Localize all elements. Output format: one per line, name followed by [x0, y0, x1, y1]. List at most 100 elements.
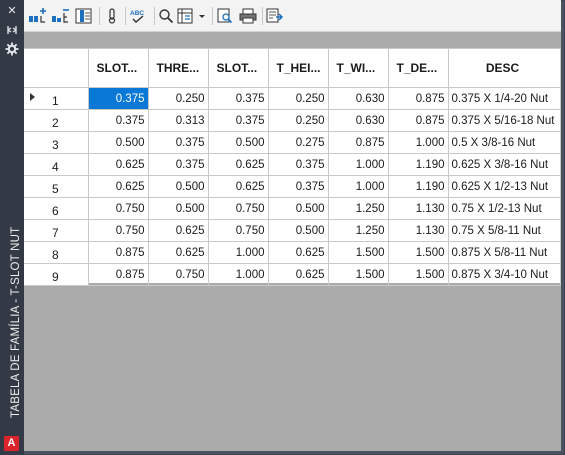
table-cell[interactable]: 0.375 — [147, 153, 209, 176]
desc-cell[interactable]: 0.875 X 3/4-10 Nut — [447, 263, 561, 286]
table-cell[interactable]: 0.750 — [207, 197, 269, 220]
table-row[interactable]: 8 0.875 0.625 1.000 0.625 1.500 1.500 0.875 X 5… — [24, 241, 561, 264]
table-cell[interactable]: 0.875 — [327, 131, 389, 154]
table-cell[interactable]: 0.625 — [87, 175, 149, 198]
zoom-icon[interactable] — [157, 6, 175, 26]
table-cell[interactable]: 0.625 — [147, 241, 209, 264]
table-row[interactable]: 3 0.500 0.375 0.500 0.275 0.875 1.000 0.5 X 3/8… — [24, 131, 561, 154]
table-cell[interactable]: 0.500 — [267, 219, 329, 242]
table-cell[interactable]: 1.190 — [387, 153, 449, 176]
corner-cell[interactable] — [24, 48, 89, 88]
table-cell[interactable]: 0.750 — [87, 219, 149, 242]
row-header[interactable]: 8 — [24, 241, 89, 264]
table-cell[interactable]: 0.500 — [87, 131, 149, 154]
table-cell[interactable]: 1.000 — [207, 241, 269, 264]
desc-cell[interactable]: 0.75 X 5/8-11 Nut — [447, 219, 561, 242]
table-row[interactable]: 9 0.875 0.750 1.000 0.625 1.500 1.500 0.875 X 3… — [24, 263, 561, 286]
table-cell[interactable]: 0.500 — [147, 175, 209, 198]
column-header[interactable]: T_WI... — [327, 48, 389, 88]
table-cell[interactable]: 0.500 — [267, 197, 329, 220]
column-header[interactable]: DESC — [447, 48, 561, 88]
table-cell[interactable]: 0.250 — [147, 87, 209, 110]
table-cell[interactable]: 0.875 — [387, 87, 449, 110]
table-cell[interactable]: 1.000 — [327, 175, 389, 198]
table-cell[interactable]: 1.000 — [327, 153, 389, 176]
row-header[interactable]: 9 — [24, 263, 89, 286]
table-cell[interactable]: 0.875 — [87, 241, 149, 264]
export-icon[interactable] — [265, 6, 285, 26]
table-cell[interactable]: 1.500 — [327, 241, 389, 264]
table-cell[interactable]: 0.375 — [87, 109, 149, 132]
row-header[interactable]: 4 — [24, 153, 89, 176]
desc-cell[interactable]: 0.5 X 3/8-16 Nut — [447, 131, 561, 154]
table-cell[interactable]: 0.750 — [207, 219, 269, 242]
table-cell[interactable]: 0.625 — [267, 263, 329, 286]
table-row[interactable]: 6 0.750 0.500 0.750 0.500 1.250 1.130 0.75 X 1/… — [24, 197, 561, 220]
units-icon[interactable] — [104, 6, 120, 26]
row-header[interactable]: 3 — [24, 131, 89, 154]
table-row[interactable]: 1 0.375 0.250 0.375 0.250 0.630 0.875 0.375 X 1… — [24, 87, 561, 110]
column-header[interactable]: T_HEI... — [267, 48, 329, 88]
table-cell[interactable]: 0.875 — [87, 263, 149, 286]
palette-title-bar[interactable]: ✕ TABELA DE FAMÍLIA - T-SLOT NUT A — [0, 0, 24, 455]
properties-gear-icon[interactable] — [5, 42, 19, 56]
row-header[interactable]: 7 — [24, 219, 89, 242]
column-header[interactable]: T_DE... — [387, 48, 449, 88]
spell-check-icon[interactable]: ABC — [128, 6, 150, 26]
table-row[interactable]: 7 0.750 0.625 0.750 0.500 1.250 1.130 0.75 X 5/… — [24, 219, 561, 242]
table-cell[interactable]: 0.630 — [327, 109, 389, 132]
row-header[interactable]: 5 — [24, 175, 89, 198]
table-row[interactable]: 2 0.375 0.313 0.375 0.250 0.630 0.875 0.375 X 5… — [24, 109, 561, 132]
desc-cell[interactable]: 0.625 X 3/8-16 Nut — [447, 153, 561, 176]
row-header[interactable]: 1 — [24, 87, 89, 110]
delete-parameter-icon[interactable] — [51, 6, 71, 26]
table-cell[interactable]: 0.375 — [267, 175, 329, 198]
table-row[interactable]: 4 0.625 0.375 0.625 0.375 1.000 1.190 0.625 X 3… — [24, 153, 561, 176]
filter-dropdown-icon[interactable] — [177, 6, 207, 26]
table-cell[interactable]: 1.250 — [327, 219, 389, 242]
table-cell[interactable]: 0.875 — [387, 109, 449, 132]
desc-cell[interactable]: 0.625 X 1/2-13 Nut — [447, 175, 561, 198]
table-cell[interactable]: 1.500 — [387, 241, 449, 264]
new-parameter-icon[interactable] — [28, 6, 48, 26]
table-cell[interactable]: 1.000 — [207, 263, 269, 286]
column-header[interactable]: SLOT... — [87, 48, 149, 88]
table-cell[interactable]: 0.250 — [267, 87, 329, 110]
table-cell[interactable]: 0.375 — [207, 87, 269, 110]
table-cell[interactable]: 0.500 — [147, 197, 209, 220]
desc-cell[interactable]: 0.75 X 1/2-13 Nut — [447, 197, 561, 220]
table-cell[interactable]: 0.630 — [327, 87, 389, 110]
column-header[interactable]: SLOT... — [207, 48, 269, 88]
print-icon[interactable] — [238, 6, 258, 26]
table-cell[interactable]: 0.750 — [87, 197, 149, 220]
table-cell[interactable]: 0.625 — [207, 175, 269, 198]
print-preview-icon[interactable] — [215, 6, 235, 26]
table-cell[interactable]: 0.275 — [267, 131, 329, 154]
table-cell[interactable]: 0.313 — [147, 109, 209, 132]
desc-cell[interactable]: 0.875 X 5/8-11 Nut — [447, 241, 561, 264]
column-header[interactable]: THRE... — [147, 48, 209, 88]
table-cell[interactable]: 0.500 — [207, 131, 269, 154]
column-properties-icon[interactable] — [74, 6, 94, 26]
desc-cell[interactable]: 0.375 X 1/4-20 Nut — [447, 87, 561, 110]
row-header[interactable]: 6 — [24, 197, 89, 220]
table-cell[interactable]: 0.625 — [267, 241, 329, 264]
table-cell[interactable]: 1.000 — [387, 131, 449, 154]
table-cell[interactable]: 0.375 — [207, 109, 269, 132]
collapse-icon[interactable] — [5, 24, 19, 36]
table-cell[interactable]: 0.625 — [87, 153, 149, 176]
table-cell[interactable]: 0.375 — [87, 87, 149, 110]
table-cell[interactable]: 0.625 — [207, 153, 269, 176]
table-cell[interactable]: 0.375 — [147, 131, 209, 154]
table-cell[interactable]: 0.625 — [147, 219, 209, 242]
table-cell[interactable]: 1.500 — [387, 263, 449, 286]
desc-cell[interactable]: 0.375 X 5/16-18 Nut — [447, 109, 561, 132]
table-cell[interactable]: 1.250 — [327, 197, 389, 220]
table-cell[interactable]: 1.190 — [387, 175, 449, 198]
table-row[interactable]: 5 0.625 0.500 0.625 0.375 1.000 1.190 0.625 X 1… — [24, 175, 561, 198]
table-cell[interactable]: 0.250 — [267, 109, 329, 132]
close-icon[interactable]: ✕ — [5, 5, 19, 17]
table-cell[interactable]: 1.500 — [327, 263, 389, 286]
row-header[interactable]: 2 — [24, 109, 89, 132]
table-cell[interactable]: 0.375 — [267, 153, 329, 176]
